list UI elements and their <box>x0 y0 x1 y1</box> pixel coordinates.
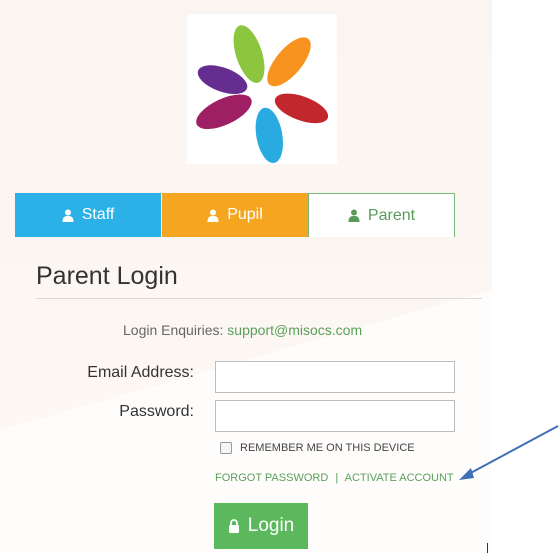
login-button-label: Login <box>247 515 295 536</box>
account-links: FORGOT PASSWORD | ACTIVATE ACCOUNT <box>215 472 454 484</box>
remember-me: REMEMBER ME ON THIS DEVICE <box>220 442 415 454</box>
user-icon <box>348 209 360 222</box>
email-label: Email Address: <box>87 364 194 381</box>
tab-parent-label: Parent <box>367 206 416 224</box>
tab-pupil-label: Pupil <box>227 206 263 223</box>
lock-icon <box>228 519 239 533</box>
login-enquiries: Login Enquiries: support@misocs.com <box>123 322 362 338</box>
remember-me-label: REMEMBER ME ON THIS DEVICE <box>240 442 415 454</box>
email-field[interactable] <box>215 361 455 393</box>
enquiries-label: Login Enquiries: <box>123 322 224 338</box>
support-email-link[interactable]: support@misocs.com <box>227 322 362 338</box>
tab-staff[interactable]: Staff <box>15 193 161 237</box>
logo <box>187 14 337 164</box>
text-cursor-icon <box>487 543 488 553</box>
user-icon <box>62 209 74 222</box>
page-title: Parent Login <box>36 262 178 290</box>
login-button[interactable]: Login <box>214 503 308 549</box>
login-type-tabs: Staff Pupil Parent <box>15 193 455 237</box>
password-field[interactable] <box>215 400 455 432</box>
activate-account-link[interactable]: ACTIVATE ACCOUNT <box>345 472 454 484</box>
tab-parent[interactable]: Parent <box>308 193 455 237</box>
divider <box>36 298 482 299</box>
tab-pupil[interactable]: Pupil <box>162 193 308 237</box>
forgot-password-link[interactable]: FORGOT PASSWORD <box>215 472 328 484</box>
password-label: Password: <box>119 403 194 420</box>
annotation-arrow-icon <box>459 425 559 480</box>
link-separator: | <box>335 472 339 484</box>
user-icon <box>207 209 219 222</box>
tab-staff-label: Staff <box>81 206 115 223</box>
remember-me-checkbox[interactable] <box>220 442 232 454</box>
pinwheel-logo-icon <box>196 25 329 164</box>
